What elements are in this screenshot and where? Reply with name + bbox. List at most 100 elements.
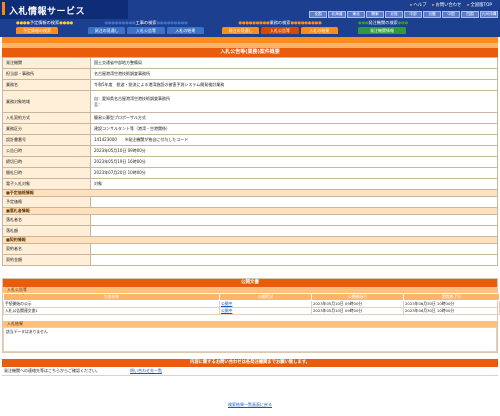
tab-service-outlook[interactable]: 発注の見通し [222,27,260,34]
column-header: 公開状況 [219,293,312,301]
doc-end: 2023年06月30日 10時00分 [403,307,500,315]
nav-section-label: ●●●発注機関の検索●●● [358,20,409,25]
region-tab[interactable]: 近畿 [423,11,441,18]
section-heading: ■落札者情報 [2,207,498,215]
nav-tabs: 発注機関情報 [358,27,406,34]
detail-row: 公告日時 2023年05月10日 09時00分 [2,145,498,157]
field-label: 落札額 [2,225,91,237]
region-tab[interactable]: 全国 [309,11,327,18]
nav-section-label: ●●●●予定情報の検索●●●● [16,20,73,25]
column-header: 文書名称 [3,293,220,301]
arrow-icon: ▸ [432,3,435,8]
page-title: 入札公告等(業務)案件概要 [2,48,498,57]
nav-section-plan: ●●●●予定情報の検索●●●● 予定情報の検索 [16,19,73,36]
section-row: ■予定価格情報 [2,189,498,197]
nav-tabs: 予定情報の検索 [16,27,58,34]
tab-plan-search[interactable]: 予定情報の検索 [16,27,58,34]
field-value [90,214,498,226]
tab-agency-info[interactable]: 発注機関情報 [358,27,406,34]
column-header: 閲覧終了日 [403,293,500,301]
contact-row: 発注機関への連絡先等はこちらからご確認ください。 問い合わせ先一覧 [2,367,498,376]
field-label: 設計書番号 [2,134,91,146]
back-link-container: 検索結果一覧画面に戻る [0,402,500,408]
nav-section-construction: ●●●●●●●●●工事の検索●●●●●●●●● 発注の見通し 入札公告等 入札の… [88,19,204,36]
detail-row: 設計書番号 141423000 ※発注機関が独自に付与したコード [2,134,498,146]
field-value: 名古屋港湾空港技術調査事務所 [90,68,498,80]
field-label: 契約金額 [2,254,91,266]
doc-start: 2023年05月10日 09時00分 [311,307,404,315]
contact-text: 発注機関への連絡先等はこちらからご確認ください。 [4,368,100,373]
main-content: 入札公告等(業務)案件概要 発注機関 国土交通省中部地方整備局 担当部・事務所 名古屋… [2,37,500,376]
field-value: 2023年07月20日 10時00分 [90,167,498,179]
title-accent [2,2,5,15]
region-tab[interactable]: 九州沖縄 [480,11,498,18]
region-tab[interactable]: 北陸 [385,11,403,18]
region-tab[interactable]: 北海道 [328,11,346,18]
field-value [90,243,498,255]
field-value: 建設コンサルタント等（港湾・空港関係） [90,123,498,135]
field-value: 自：愛知県名古屋港湾空港技術調査事務所 至： [90,90,498,113]
field-value: 2023年05月10日 09時00分 [90,145,498,157]
detail-row: 予定価格 [2,196,498,208]
utility-links: ▸ヘルプ ▸お問い合わせ ▸全国版TOP [410,2,492,8]
detail-table: 発注機関 国土交通省中部地方整備局 担当部・事務所 名古屋港湾空港技術調査事務所 業務名… [2,57,498,266]
region-tab[interactable]: 四国 [461,11,479,18]
field-value: 令和5年度 鋭波・鋭流による港湾施設の被害予測システム開発検討業務 [90,79,498,91]
tab-service-results[interactable]: 入札の結果 [300,27,338,34]
back-to-results-link[interactable]: 検索結果一覧画面に戻る [228,402,272,407]
region-tab[interactable]: 中部 [404,11,422,18]
detail-row: 締切日時 2023年05月19日 16時00分 [2,156,498,168]
detail-row: 落札額 [2,225,498,237]
field-label: 業務対象地域 [2,90,91,113]
section-row: ■落札者情報 [2,207,498,215]
field-label: 落札者名 [2,214,91,226]
field-label: 入札契約方式 [2,112,91,124]
doc-status-link[interactable]: 公開中 [219,307,312,315]
nav-section-agency: ●●●発注機関の検索●●● 発注機関情報 [358,19,409,36]
region-tab[interactable]: 中国 [442,11,460,18]
field-value: 簡易公募型プロポーザル方式 [90,112,498,124]
contact-link[interactable]: ▸お問い合わせ [432,2,461,8]
section-heading: ■契約情報 [2,236,498,244]
field-value: 国土交通省中部地方整備局 [90,57,498,69]
tab-construction-outlook[interactable]: 発注の見通し [88,27,126,34]
help-link[interactable]: ▸ヘルプ [410,2,426,8]
publications-section: 公開文書 入札公告等 文書名称 公開状況 公開開始日 閲覧終了日 手続開始の公示… [2,278,500,353]
region-tab[interactable]: 東北 [347,11,365,18]
documents-table: 文書名称 公開状況 公開開始日 閲覧終了日 手続開始の公示 公開中 2023年0… [3,293,500,315]
section-row: ■契約情報 [2,236,498,244]
field-label: 公告日時 [2,145,91,157]
detail-row: 契約金額 [2,254,498,266]
field-label: 締切日時 [2,156,91,168]
app-title[interactable]: 入札情報サービス [9,4,85,17]
national-top-link[interactable]: ▸全国版TOP [467,2,492,8]
contact-header: 内容に関するお問い合わせは各発注機関までお願い致します。 [2,359,498,367]
field-label: 開札日時 [2,167,91,179]
site-header: 入札情報サービス ▸ヘルプ ▸お問い合わせ ▸全国版TOP 全国 北海道 東北 … [0,0,500,37]
doc-end: 2023年06月30日 10時00分 [403,300,500,308]
tab-service-notices[interactable]: 入札公告等 [261,27,299,34]
nav-tabs: 発注の見通し 入札公告等 入札の結果 [222,27,338,34]
region-tab[interactable]: 関東 [366,11,384,18]
field-value: 2023年05月19日 16時00分 [90,156,498,168]
field-label: 担当部・事務所 [2,68,91,80]
detail-row: 入札契約方式 簡易公募型プロポーザル方式 [2,112,498,124]
tab-construction-results[interactable]: 入札の結果 [166,27,204,34]
tab-construction-notices[interactable]: 入札公告等 [127,27,165,34]
field-value: 141423000 ※発注機関が独自に付与したコード [90,134,498,146]
contact-list-link[interactable]: 問い合わせ先一覧 [130,368,162,374]
detail-row: 電子入札対象 対象 [2,178,498,190]
doc-name: 入札公告関連文書1 [3,307,220,315]
field-label: 業務区分 [2,123,91,135]
column-header: 公開開始日 [311,293,404,301]
nav-section-label: ●●●●●●●●●工事の検索●●●●●●●●● [104,20,188,25]
field-value [90,225,498,237]
field-value [90,254,498,266]
field-label: 電子入札対象 [2,178,91,190]
field-label: 契約者名 [2,243,91,255]
table-row: 入札公告関連文書1 公開中 2023年05月10日 09時00分 2023年06… [3,307,500,315]
doc-status-link[interactable]: 公開中 [219,300,312,308]
section-heading: ■予定価格情報 [2,189,498,197]
region-tabs: 全国 北海道 東北 関東 北陸 中部 近畿 中国 四国 九州沖縄 [309,11,498,18]
detail-row: 発注機関 国土交通省中部地方整備局 [2,57,498,69]
